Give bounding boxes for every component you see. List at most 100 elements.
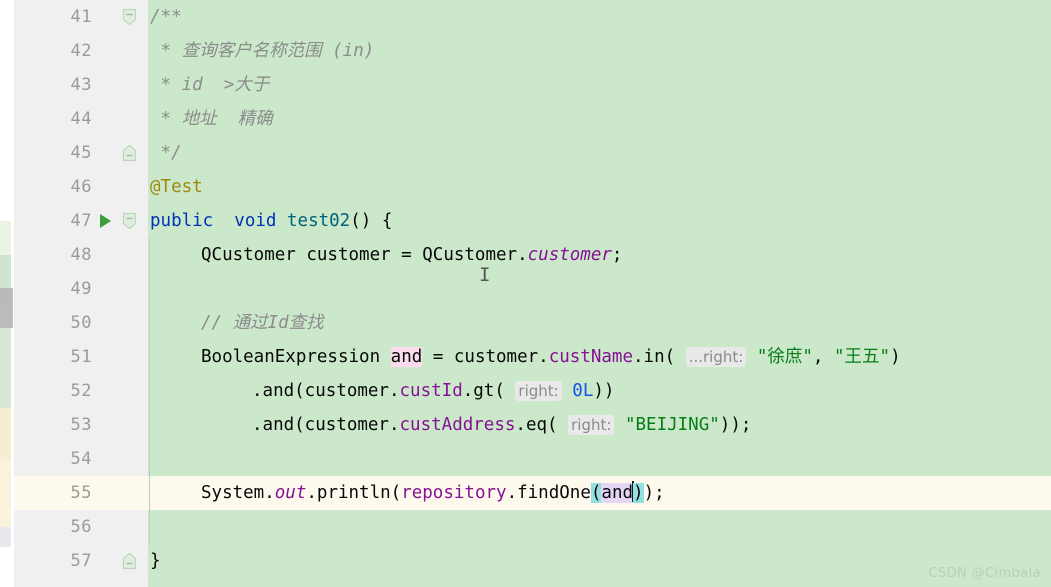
line-number: 56	[70, 517, 92, 537]
gutter-line[interactable]: 47	[14, 204, 148, 238]
code-token: BooleanExpression	[201, 347, 391, 367]
line-number: 54	[70, 449, 92, 469]
code-line[interactable]: // 通过Id查找	[148, 306, 1051, 340]
highlighted-token: and	[601, 483, 634, 503]
code-line-text: // 通过Id查找	[148, 306, 324, 340]
line-number: 43	[70, 75, 92, 95]
code-token: QCustomer customer = QCustomer.	[201, 245, 528, 265]
code-token: .findOne	[506, 483, 591, 503]
gutter-line[interactable]: 57	[14, 544, 148, 578]
marker-band	[0, 221, 11, 255]
code-line[interactable]: }	[148, 544, 1051, 578]
gutter-line[interactable]: 46	[14, 170, 148, 204]
code-line[interactable]: .and(customer.custAddress.eq( right: "BE…	[148, 408, 1051, 442]
code-line-text: .and(customer.custId.gt( right: 0L))	[148, 374, 614, 408]
gutter-line[interactable]: 43	[14, 68, 148, 102]
code-line[interactable]	[148, 510, 1051, 544]
code-line-text: public void test02() {	[148, 204, 392, 238]
code-line-text: .and(customer.custAddress.eq( right: "BE…	[148, 408, 751, 442]
code-token: .gt(	[462, 381, 516, 401]
code-token: repository	[401, 483, 507, 503]
gutter-line[interactable]: 48	[14, 238, 148, 272]
line-number: 45	[70, 143, 92, 163]
gutter-line[interactable]: 41	[14, 0, 148, 34]
code-line-current[interactable]: System.out.println(repository.findOne(an…	[148, 476, 1051, 510]
code-line[interactable]: */	[148, 136, 1051, 170]
editor-marker-strip[interactable]	[0, 0, 14, 587]
line-number: 41	[70, 7, 92, 27]
code-line-text: @Test	[148, 170, 203, 204]
code-line-text: /**	[148, 0, 182, 34]
gutter-line[interactable]: 54	[14, 442, 148, 476]
code-line-text: System.out.println(repository.findOne(an…	[148, 476, 665, 510]
code-token: .in(	[633, 347, 686, 367]
code-token: ))	[593, 381, 615, 401]
watermark: CSDN @Cimbala	[928, 566, 1041, 581]
code-token: .println(	[306, 483, 402, 503]
code-line[interactable]	[148, 272, 1051, 306]
code-token: @Test	[150, 177, 203, 197]
marker-band	[0, 408, 11, 459]
code-token: .and(customer.	[252, 415, 400, 435]
gutter-line[interactable]: 49	[14, 272, 148, 306]
code-token: * id >大于	[150, 75, 270, 95]
code-token: ;	[611, 245, 623, 265]
code-line[interactable]: BooleanExpression and = customer.custNam…	[148, 340, 1051, 374]
gutter-line[interactable]: 51	[14, 340, 148, 374]
code-token: .and(customer.	[252, 381, 400, 401]
code-line-text: }	[148, 544, 161, 578]
code-token: "王五"	[834, 347, 891, 367]
code-token: }	[150, 551, 161, 571]
code-line[interactable]: * 地址 精确	[148, 102, 1051, 136]
gutter-line[interactable]: 44	[14, 102, 148, 136]
gutter-line[interactable]: 52	[14, 374, 148, 408]
line-number: 49	[70, 279, 92, 299]
code-fold-icon[interactable]	[122, 8, 137, 26]
inlay-hint: ...right:	[685, 347, 747, 367]
code-line[interactable]: /**	[148, 0, 1051, 34]
code-line[interactable]: QCustomer customer = QCustomer.customer;	[148, 238, 1051, 272]
code-line[interactable]: * id >大于	[148, 68, 1051, 102]
code-line-text: BooleanExpression and = customer.custNam…	[148, 340, 901, 374]
editor-code-area[interactable]: /** * 查询客户名称范围 (in) * id >大于 * 地址 精确 */ @…	[148, 0, 1051, 587]
indent-guide	[149, 238, 150, 544]
line-number: 46	[70, 177, 92, 197]
code-token: System.	[201, 483, 275, 503]
code-token: out	[274, 483, 307, 503]
code-token: test02	[287, 211, 351, 231]
code-token: void	[234, 211, 277, 231]
code-token: "BEIJING"	[624, 415, 720, 435]
gutter-line[interactable]: 53	[14, 408, 148, 442]
code-line[interactable]: .and(customer.custId.gt( right: 0L))	[148, 374, 1051, 408]
code-editor[interactable]: 41 42 43 44 45 46 47 48 49 50 51 52 53 54 55 56 57 /** *…	[0, 0, 1051, 587]
code-token: () {	[350, 211, 393, 231]
inlay-hint: right:	[515, 381, 562, 401]
code-fold-icon[interactable]	[122, 144, 137, 162]
gutter-line[interactable]: 45	[14, 136, 148, 170]
code-line[interactable]: @Test	[148, 170, 1051, 204]
code-token: 0L	[572, 381, 594, 401]
line-number: 57	[70, 551, 92, 571]
code-token: );	[643, 483, 665, 503]
code-line[interactable]: public void test02() {	[148, 204, 1051, 238]
gutter-line[interactable]: 42	[14, 34, 148, 68]
code-fold-icon[interactable]	[122, 212, 137, 230]
run-test-icon[interactable]	[100, 214, 111, 228]
scrollbar-thumb[interactable]	[0, 288, 13, 328]
gutter-line[interactable]: 55	[14, 476, 148, 510]
code-line-text: * 查询客户名称范围 (in)	[148, 34, 375, 68]
highlighted-token: )	[633, 483, 644, 503]
code-token: custId	[399, 381, 463, 401]
gutter-line[interactable]: 56	[14, 510, 148, 544]
code-fold-icon[interactable]	[122, 552, 137, 570]
code-line-text: QCustomer customer = QCustomer.customer;	[148, 238, 622, 272]
code-line[interactable]	[148, 442, 1051, 476]
code-token: customer	[527, 245, 612, 265]
code-token: custName	[548, 347, 633, 367]
gutter-line[interactable]: 50	[14, 306, 148, 340]
editor-gutter[interactable]: 41 42 43 44 45 46 47 48 49 50 51 52 53 54 55 56 57	[14, 0, 148, 587]
code-line[interactable]: * 查询客户名称范围 (in)	[148, 34, 1051, 68]
